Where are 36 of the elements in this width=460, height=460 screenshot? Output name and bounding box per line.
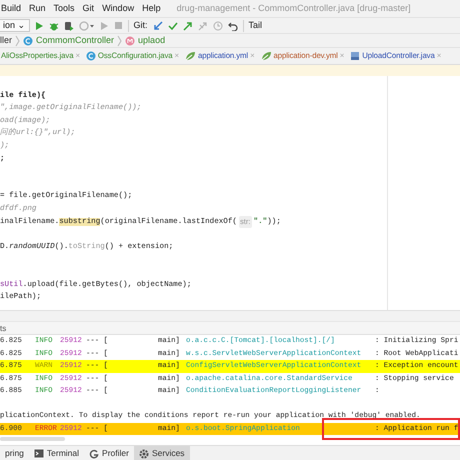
leaf-icon [260, 51, 272, 61]
menu-item[interactable]: Tools [54, 2, 75, 16]
coverage-icon[interactable] [64, 20, 74, 30]
leaf-icon [184, 51, 196, 61]
menu-item[interactable]: Build [1, 2, 22, 16]
terminal-icon [34, 449, 44, 458]
run-icon[interactable] [34, 20, 44, 30]
panel-title: ts [0, 324, 6, 333]
file-icon [350, 51, 360, 61]
gear-icon [138, 448, 149, 458]
arrow-icon[interactable] [182, 20, 193, 30]
class-icon [86, 51, 96, 61]
breadcrumb-item[interactable]: CommomController [36, 34, 114, 47]
method-icon [125, 36, 136, 46]
class-icon [23, 36, 34, 46]
arrow-icon[interactable] [152, 20, 163, 30]
menu-item[interactable]: Window [102, 2, 134, 16]
breadcrumb-item[interactable]: ller [0, 34, 12, 47]
menu-item[interactable]: Run [29, 2, 46, 16]
tool-window-tab[interactable]: Terminal [28, 446, 84, 460]
undo-icon[interactable] [228, 20, 238, 30]
check-icon[interactable] [168, 20, 178, 30]
tail-button[interactable]: Tail [248, 18, 262, 32]
breadcrumb-item[interactable]: uplaod [138, 34, 166, 47]
bug-icon[interactable] [48, 20, 59, 30]
git-label: Git: [134, 18, 148, 32]
menu-item[interactable]: Git [82, 2, 94, 16]
chevron-icon [15, 34, 20, 46]
tool-window-tab[interactable]: pring [0, 446, 29, 460]
profiler-icon [89, 448, 100, 458]
run-config-dropdown[interactable]: ion ⌄ [0, 19, 30, 32]
tool-window-tab[interactable]: Services [134, 446, 190, 460]
window-title: drug-management - CommomController.java [drug-master] [176, 2, 411, 15]
menu-item[interactable]: Help [142, 2, 161, 16]
tool-window-tab[interactable]: Profiler [84, 446, 134, 460]
chevron-icon [117, 34, 122, 46]
